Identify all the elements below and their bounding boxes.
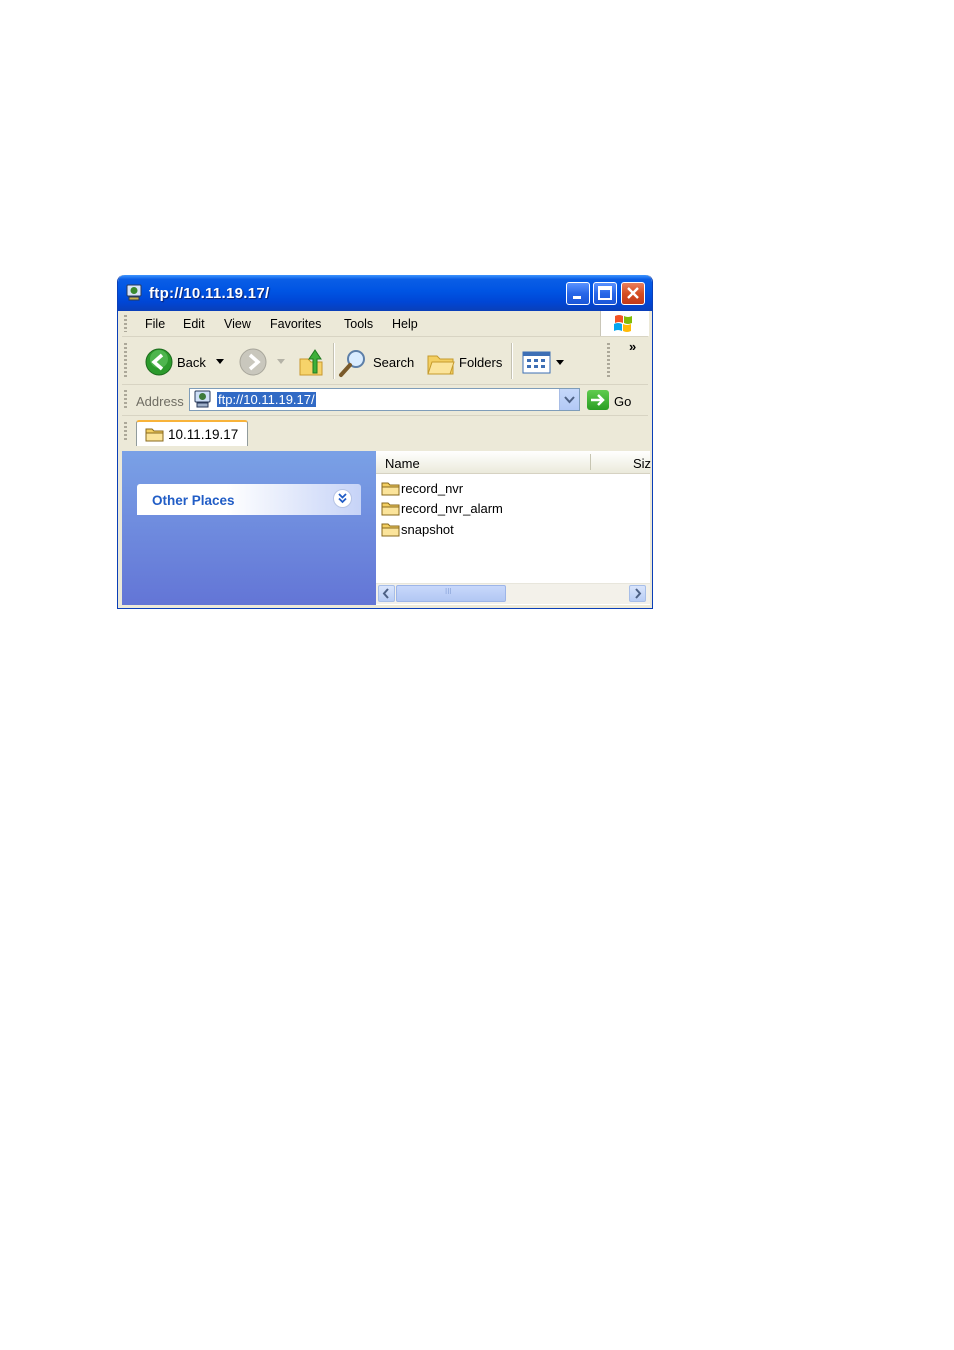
column-divider[interactable] bbox=[590, 454, 591, 470]
task-pane: Other Places bbox=[122, 451, 376, 605]
scroll-left-button[interactable] bbox=[378, 585, 395, 602]
scroll-right-button[interactable] bbox=[629, 585, 646, 602]
tab-strip: 10.11.19.17 bbox=[122, 416, 648, 447]
toolbar-separator bbox=[511, 343, 513, 379]
file-name[interactable]: record_nvr_alarm bbox=[401, 501, 503, 516]
back-dropdown-icon[interactable] bbox=[216, 359, 224, 364]
menu-grip[interactable] bbox=[124, 315, 127, 332]
back-label[interactable]: Back bbox=[177, 355, 206, 370]
toolbar-grip-right[interactable] bbox=[607, 343, 610, 379]
folder-icon bbox=[381, 482, 400, 496]
other-places-header[interactable]: Other Places bbox=[137, 484, 361, 515]
column-name-header[interactable]: Name bbox=[385, 456, 420, 471]
go-button[interactable] bbox=[587, 390, 609, 410]
menu-file[interactable]: File bbox=[145, 317, 165, 331]
address-bar: Address ftp://10.11.19.17/ Go bbox=[122, 385, 648, 416]
views-icon[interactable] bbox=[522, 351, 552, 375]
column-size-header[interactable]: Siz bbox=[633, 456, 651, 471]
address-input[interactable]: ftp://10.11.19.17/ bbox=[189, 388, 580, 411]
tab-10-11-19-17[interactable]: 10.11.19.17 bbox=[136, 420, 248, 446]
search-icon[interactable] bbox=[338, 348, 368, 378]
folder-icon bbox=[381, 523, 400, 537]
list-item[interactable]: record_nvr bbox=[380, 478, 640, 498]
chevron-left-icon bbox=[382, 588, 389, 599]
folder-icon bbox=[381, 502, 400, 516]
chevron-right-icon bbox=[635, 588, 642, 599]
menu-view[interactable]: View bbox=[224, 317, 251, 331]
column-header: Name Siz bbox=[376, 451, 651, 474]
standard-toolbar: Back Search Folders » bbox=[122, 337, 648, 385]
other-places-title[interactable]: Other Places bbox=[152, 493, 235, 508]
address-grip[interactable] bbox=[124, 390, 127, 410]
toolbar-grip[interactable] bbox=[124, 343, 127, 379]
ftp-window-icon bbox=[126, 284, 142, 301]
folders-label[interactable]: Folders bbox=[459, 355, 502, 370]
maximize-button[interactable] bbox=[593, 282, 617, 305]
ftp-globe-icon bbox=[194, 390, 211, 408]
address-dropdown-button[interactable] bbox=[559, 389, 579, 410]
chevron-down-icon bbox=[564, 396, 575, 404]
minimize-button[interactable] bbox=[566, 282, 590, 305]
menu-favorites[interactable]: Favorites bbox=[270, 317, 321, 331]
folders-icon[interactable] bbox=[426, 349, 456, 377]
window-title: ftp://10.11.19.17/ bbox=[149, 285, 270, 302]
list-item[interactable]: snapshot bbox=[380, 519, 640, 539]
menu-edit[interactable]: Edit bbox=[183, 317, 205, 331]
horizontal-scrollbar[interactable]: III bbox=[376, 583, 650, 604]
toolbar-separator bbox=[333, 343, 335, 379]
file-name[interactable]: snapshot bbox=[401, 522, 454, 537]
toolbar-overflow-chevron[interactable]: » bbox=[629, 339, 636, 354]
tab-label: 10.11.19.17 bbox=[168, 427, 239, 442]
minimize-icon bbox=[573, 296, 581, 299]
double-chevron-down-icon bbox=[338, 493, 347, 504]
menu-tools[interactable]: Tools bbox=[344, 317, 373, 331]
forward-arrow-icon[interactable] bbox=[239, 348, 267, 376]
menu-bar: File Edit View Favorites Tools Help bbox=[122, 311, 649, 337]
up-folder-icon[interactable] bbox=[297, 347, 325, 377]
forward-dropdown-icon[interactable] bbox=[277, 359, 285, 364]
expand-button[interactable] bbox=[333, 489, 352, 508]
back-arrow-icon[interactable] bbox=[145, 348, 173, 376]
title-bar[interactable]: ftp://10.11.19.17/ bbox=[118, 275, 652, 311]
views-dropdown-icon[interactable] bbox=[556, 360, 564, 365]
file-name[interactable]: record_nvr bbox=[401, 481, 463, 496]
maximize-icon bbox=[598, 286, 612, 300]
go-arrow-icon bbox=[591, 394, 605, 406]
close-button[interactable] bbox=[621, 282, 645, 305]
address-label: Address bbox=[136, 394, 184, 409]
menu-help[interactable]: Help bbox=[392, 317, 418, 331]
explorer-window: ftp://10.11.19.17/ File Edit View Favori… bbox=[117, 275, 653, 609]
go-label[interactable]: Go bbox=[614, 394, 631, 409]
windows-flag-icon bbox=[614, 315, 632, 332]
folder-icon bbox=[145, 428, 164, 442]
scroll-thumb[interactable]: III bbox=[396, 585, 506, 602]
file-list: Name Siz record_nvr record_nvr_alarm sna… bbox=[376, 451, 651, 605]
scroll-grip: III bbox=[445, 587, 452, 596]
close-icon bbox=[627, 287, 639, 299]
search-label[interactable]: Search bbox=[373, 355, 414, 370]
windows-logo bbox=[600, 311, 649, 336]
tab-grip[interactable] bbox=[124, 422, 127, 442]
list-item[interactable]: record_nvr_alarm bbox=[380, 498, 640, 518]
address-value[interactable]: ftp://10.11.19.17/ bbox=[217, 392, 316, 407]
